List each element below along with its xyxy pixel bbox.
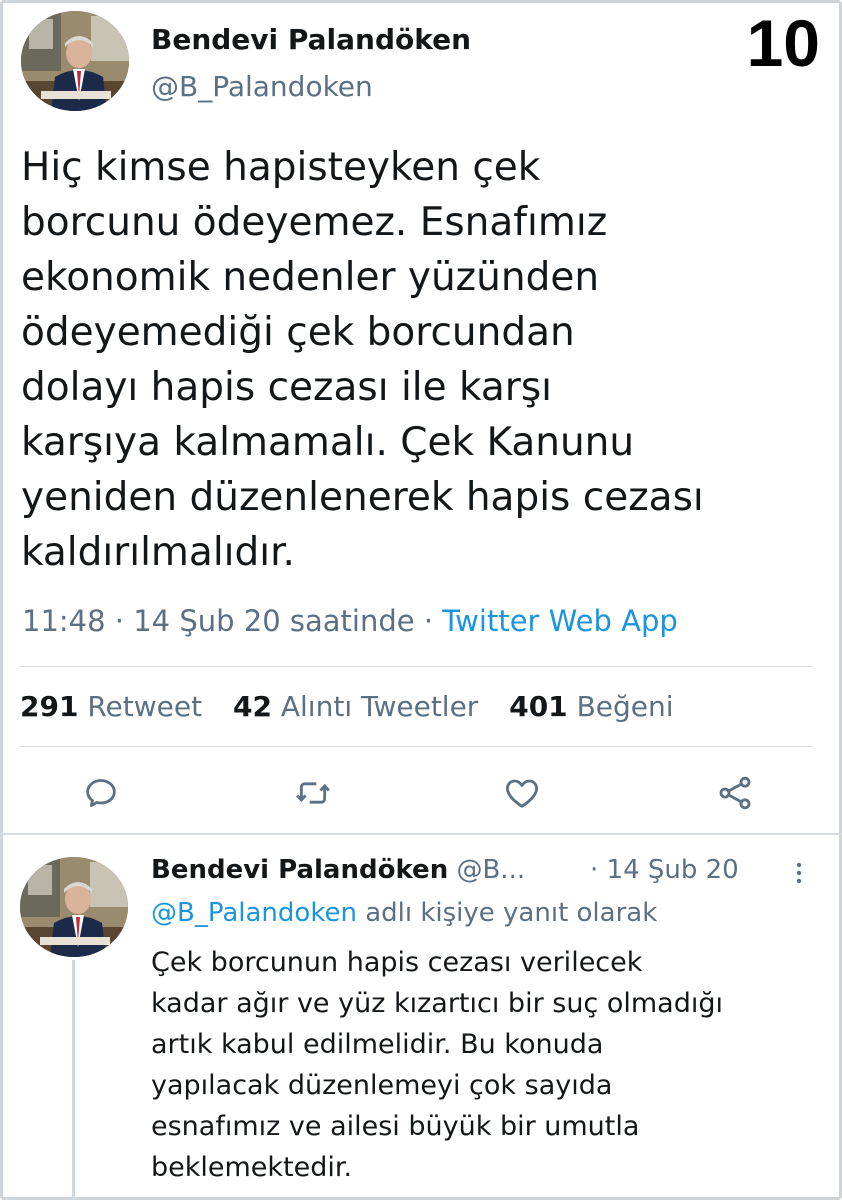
tweet-text-line: kaldırılmalıdır. (21, 530, 295, 575)
tweet-text-line: dolayı hapis cezası ile karşı (21, 365, 552, 410)
tweet-text-line: borcunu ödeyemez. Esnafımız (21, 200, 608, 245)
retweet-count: 291 (20, 690, 79, 723)
reply-text: Çek borcunun hapis cezası verilecek kada… (151, 942, 831, 1188)
reply-icon (86, 779, 116, 807)
tweet-time[interactable]: 11:48 (22, 604, 106, 638)
reply-text-line: esnafımız ve ailesi büyük bir umutla (151, 1111, 640, 1142)
reply-text-line: artık kabul edilmelidir. Bu konuda (151, 1029, 604, 1060)
retweet-label: Retweet (87, 690, 203, 723)
like-count: 401 (509, 690, 568, 723)
tweet-text-line: karşıya kalmamalı. Çek Kanunu (21, 420, 635, 465)
tweet-text-line: ödeyemediği çek borcundan (21, 310, 575, 355)
replying-to: @B_Palandoken adlı kişiye yanıt olarak (151, 898, 657, 928)
replying-to-mention[interactable]: @B_Palandoken (151, 898, 357, 928)
tweet-text-line: ekonomik nedenler yüzünden (21, 255, 600, 300)
tweet-text-line: Hiç kimse hapisteyken çek (21, 145, 541, 190)
share-icon (719, 776, 751, 810)
quote-count: 42 (233, 690, 272, 723)
quote-label: Alıntı Tweetler (280, 690, 479, 723)
retweet-icon (296, 782, 330, 804)
avatar-photo (20, 857, 128, 957)
meta-separator: · (114, 604, 125, 638)
like-button[interactable] (497, 770, 547, 816)
divider (20, 666, 812, 667)
retweet-stat[interactable]: 291 Retweet (20, 690, 202, 723)
more-button[interactable] (790, 858, 808, 888)
divider (20, 746, 812, 747)
author-handle[interactable]: @B_Palandoken (151, 70, 373, 103)
reply-text-line: kadar ağır ve yüz kızartıcı bir suç olma… (151, 988, 724, 1019)
tweet-text: Hiç kimse hapisteyken çek borcunu ödeyem… (21, 140, 821, 580)
author-name[interactable]: Bendevi Palandöken (151, 23, 471, 56)
share-button[interactable] (710, 770, 760, 816)
reply-author-name: Bendevi Palandöken (151, 855, 449, 885)
reply-button[interactable] (76, 770, 126, 816)
like-stat[interactable]: 401 Beğeni (509, 690, 673, 723)
reply-text-line: beklemektedir. (151, 1152, 353, 1183)
reply-author-avatar[interactable] (20, 857, 128, 957)
retweet-button[interactable] (288, 770, 338, 816)
like-label: Beğeni (576, 690, 674, 723)
reply-date[interactable]: · 14 Şub 20 (590, 855, 739, 885)
section-divider (0, 833, 842, 835)
reply-author[interactable]: Bendevi Palandöken @B... (151, 855, 525, 885)
reply-author-handle: @B... (456, 855, 526, 885)
tweet-meta: 11:48 · 14 Şub 20 saatinde · Twitter Web… (22, 604, 678, 638)
thread-line (72, 960, 75, 1200)
tweet-date[interactable]: 14 Şub 20 saatinde (133, 604, 414, 638)
author-avatar[interactable] (21, 11, 129, 111)
page-number: 10 (746, 6, 820, 80)
avatar-photo (21, 11, 129, 111)
more-vertical-icon (796, 862, 802, 884)
meta-separator: · (423, 604, 434, 638)
tweet-stats: 291 Retweet 42 Alıntı Tweetler 401 Beğen… (20, 690, 696, 723)
reply-text-line: Çek borcunun hapis cezası verilecek (151, 947, 643, 978)
quote-stat[interactable]: 42 Alıntı Tweetler (233, 690, 478, 723)
reply-text-line: yapılacak düzenlemeyi çok sayıda (151, 1070, 613, 1101)
tweet-text-line: yeniden düzenlenerek hapis cezası (21, 475, 704, 520)
tweet-source[interactable]: Twitter Web App (442, 604, 678, 638)
replying-to-label: adlı kişiye yanıt olarak (365, 898, 658, 928)
heart-icon (506, 779, 538, 808)
